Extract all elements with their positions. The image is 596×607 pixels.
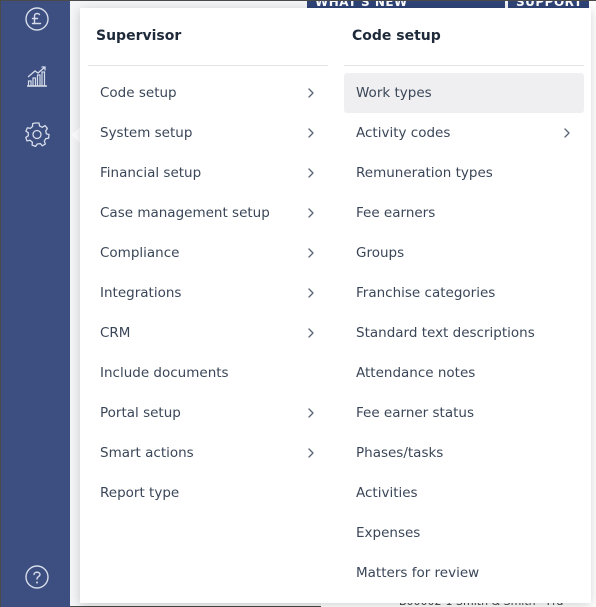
menu-item-activity-codes[interactable]: Activity codes [344, 113, 584, 153]
menu-item-matters-for-review[interactable]: Matters for review [344, 553, 584, 593]
menu-item-expenses[interactable]: Expenses [344, 513, 584, 553]
menu-item-label: Standard text descriptions [356, 325, 535, 341]
menu-item-groups[interactable]: Groups [344, 233, 584, 273]
menu-item-label: System setup [100, 125, 193, 141]
chevron-right-icon [306, 408, 316, 418]
menu-item-compliance[interactable]: Compliance [88, 233, 328, 273]
menu-item-label: Matters for review [356, 565, 480, 581]
chevron-right-icon [306, 288, 316, 298]
chevron-right-icon [306, 328, 316, 338]
menu-item-label: CRM [100, 325, 131, 341]
menu-item-smart-actions[interactable]: Smart actions [88, 433, 328, 473]
chevron-right-icon [306, 248, 316, 258]
flyout-pointer [72, 127, 80, 143]
menu-item-label: Fee earner status [356, 405, 475, 421]
menu-item-label: Franchise categories [356, 285, 496, 301]
menu-item-label: Activities [356, 485, 418, 501]
supervisor-column-title: Supervisor [88, 8, 328, 66]
gear-icon[interactable] [23, 120, 51, 148]
menu-item-label: Attendance notes [356, 365, 476, 381]
menu-item-label: Phases/tasks [356, 445, 444, 461]
help-icon[interactable] [23, 563, 51, 591]
menu-item-label: Work types [356, 85, 432, 101]
menu-item-label: Integrations [100, 285, 182, 301]
menu-item-label: Activity codes [356, 125, 451, 141]
menu-item-activities[interactable]: Activities [344, 473, 584, 513]
supervisor-column: Supervisor Code setup System setup Financi… [88, 8, 328, 513]
menu-item-label: Report type [100, 485, 180, 501]
menu-item-label: Include documents [100, 365, 229, 381]
left-nav-rail [1, 1, 70, 607]
chevron-right-icon [306, 208, 316, 218]
chevron-right-icon [306, 168, 316, 178]
bar-chart-icon[interactable] [23, 63, 51, 91]
menu-item-crm[interactable]: CRM [88, 313, 328, 353]
menu-item-case-management-setup[interactable]: Case management setup [88, 193, 328, 233]
menu-item-standard-text-descriptions[interactable]: Standard text descriptions [344, 313, 584, 353]
menu-item-include-documents[interactable]: Include documents [88, 353, 328, 393]
chevron-right-icon [306, 128, 316, 138]
menu-item-remuneration-types[interactable]: Remuneration types [344, 153, 584, 193]
menu-item-label: Portal setup [100, 405, 181, 421]
menu-item-financial-setup[interactable]: Financial setup [88, 153, 328, 193]
menu-item-label: Financial setup [100, 165, 202, 181]
menu-item-label: Expenses [356, 525, 421, 541]
menu-item-fee-earners[interactable]: Fee earners [344, 193, 584, 233]
menu-item-integrations[interactable]: Integrations [88, 273, 328, 313]
code-setup-column-title: Code setup [344, 8, 584, 66]
supervisor-menu-list: Code setup System setup Financial setup Cas… [88, 66, 328, 513]
menu-item-label: Remuneration types [356, 165, 493, 181]
supervisor-flyout-menu: Supervisor Code setup System setup Financi… [80, 8, 591, 603]
code-setup-column: Code setup Work types Activity codes Remun… [344, 8, 584, 593]
menu-item-label: Groups [356, 245, 405, 261]
menu-item-label: Fee earners [356, 205, 436, 221]
menu-item-label: Code setup [100, 85, 177, 101]
menu-item-work-types[interactable]: Work types [344, 73, 584, 113]
menu-item-attendance-notes[interactable]: Attendance notes [344, 353, 584, 393]
chevron-right-icon [306, 448, 316, 458]
pound-coin-icon[interactable] [23, 5, 51, 33]
menu-item-report-type[interactable]: Report type [88, 473, 328, 513]
menu-item-fee-earner-status[interactable]: Fee earner status [344, 393, 584, 433]
chevron-right-icon [562, 128, 572, 138]
menu-item-code-setup[interactable]: Code setup [88, 73, 328, 113]
menu-item-franchise-categories[interactable]: Franchise categories [344, 273, 584, 313]
menu-item-label: Compliance [100, 245, 180, 261]
menu-item-label: Smart actions [100, 445, 194, 461]
menu-item-phases-tasks[interactable]: Phases/tasks [344, 433, 584, 473]
menu-item-label: Case management setup [100, 205, 270, 221]
chevron-right-icon [306, 88, 316, 98]
menu-item-system-setup[interactable]: System setup [88, 113, 328, 153]
code-setup-menu-list: Work types Activity codes Remuneration typ… [344, 66, 584, 593]
menu-item-portal-setup[interactable]: Portal setup [88, 393, 328, 433]
